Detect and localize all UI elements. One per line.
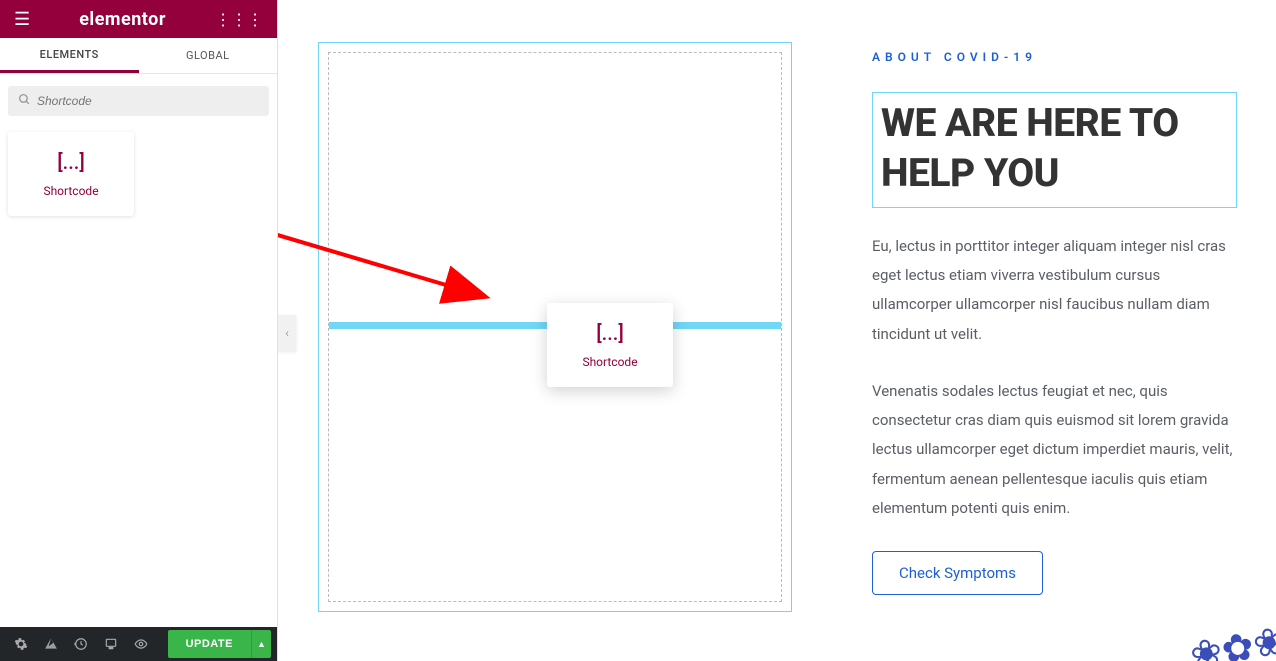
cta-button[interactable]: Check Symptoms bbox=[872, 551, 1043, 595]
responsive-icon[interactable] bbox=[96, 630, 126, 658]
paragraph-1: Eu, lectus in porttitor integer aliquam … bbox=[872, 232, 1237, 349]
navigator-icon[interactable] bbox=[36, 630, 66, 658]
editor-sidebar: ☰ elementor ⋮⋮⋮ ELEMENTS GLOBAL [...] Sh… bbox=[0, 0, 278, 661]
update-dropdown[interactable]: ▲ bbox=[251, 630, 271, 658]
history-icon[interactable] bbox=[66, 630, 96, 658]
drop-column[interactable]: [...] Shortcode bbox=[318, 42, 792, 612]
canvas-section: [...] Shortcode ABOUT COVID-19 WE ARE HE… bbox=[318, 42, 1238, 612]
search-wrap bbox=[0, 74, 277, 124]
canvas-area: ‹ [...] Shortcode ABOUT COVID-19 WE ARE … bbox=[278, 0, 1276, 661]
search-input[interactable] bbox=[37, 94, 259, 108]
brand-logo: elementor bbox=[79, 9, 166, 30]
widgets-area: [...] Shortcode bbox=[0, 124, 277, 627]
menu-icon[interactable]: ☰ bbox=[14, 9, 30, 30]
headline-widget[interactable]: WE ARE HERE TO HELP YOU bbox=[872, 92, 1237, 208]
paragraph-2: Venenatis sodales lectus feugiat et nec,… bbox=[872, 377, 1237, 523]
shortcode-icon: [...] bbox=[57, 150, 85, 174]
tab-global[interactable]: GLOBAL bbox=[139, 38, 278, 73]
headline-text: WE ARE HERE TO HELP YOU bbox=[881, 99, 1228, 199]
sidebar-footer: UPDATE ▲ bbox=[0, 627, 277, 661]
panel-tabs: ELEMENTS GLOBAL bbox=[0, 38, 277, 74]
content-column: ABOUT COVID-19 WE ARE HERE TO HELP YOU E… bbox=[792, 42, 1237, 612]
eyebrow-text: ABOUT COVID-19 bbox=[872, 50, 1237, 64]
shortcode-icon: [...] bbox=[596, 321, 624, 345]
drop-zone[interactable]: [...] Shortcode bbox=[328, 52, 782, 602]
settings-icon[interactable] bbox=[6, 630, 36, 658]
update-button[interactable]: UPDATE bbox=[168, 630, 251, 658]
collapse-sidebar-handle[interactable]: ‹ bbox=[278, 315, 296, 351]
widget-label: Shortcode bbox=[43, 184, 98, 198]
dragging-widget-label: Shortcode bbox=[582, 355, 637, 369]
search-icon bbox=[18, 93, 31, 110]
apps-grid-icon[interactable]: ⋮⋮⋮ bbox=[215, 10, 263, 29]
sidebar-header: ☰ elementor ⋮⋮⋮ bbox=[0, 0, 277, 38]
preview-icon[interactable] bbox=[126, 630, 156, 658]
dragging-widget[interactable]: [...] Shortcode bbox=[547, 303, 673, 387]
widget-shortcode[interactable]: [...] Shortcode bbox=[8, 132, 134, 216]
search-box[interactable] bbox=[8, 86, 269, 116]
tab-elements[interactable]: ELEMENTS bbox=[0, 38, 139, 73]
decorative-flowers: ❀✿❀ bbox=[1187, 618, 1276, 661]
